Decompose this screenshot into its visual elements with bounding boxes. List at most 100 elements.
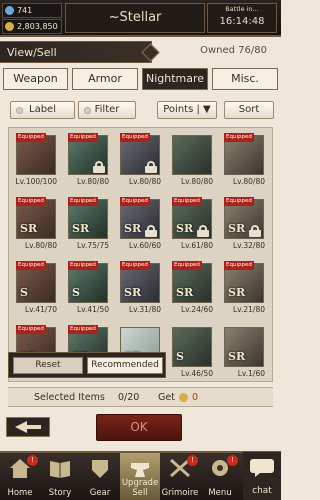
nightmare-card[interactable]: Equipped Lv.80/80 <box>118 133 161 191</box>
nightmare-card[interactable]: Equipped Lv.80/80 <box>66 133 109 191</box>
battle-time: 16:14:48 <box>219 16 265 27</box>
level-label: Lv.60/60 <box>128 241 161 250</box>
get-label: Get <box>158 392 175 403</box>
equipped-badge: Equipped <box>16 133 46 142</box>
gem-counter: 741 <box>2 3 62 18</box>
equipped-badge: Equipped <box>16 325 46 334</box>
nightmare-portrait: SR <box>224 327 264 367</box>
equipped-badge: Equipped <box>68 133 98 142</box>
rarity-label: SR <box>176 222 194 235</box>
selected-count: 0/20 <box>118 392 140 403</box>
ok-button[interactable]: OK <box>96 414 182 441</box>
nightmare-card[interactable]: SR Equipped Lv.31/80 <box>118 261 161 319</box>
get-value: 0 <box>192 392 199 403</box>
rarity-label: SR <box>124 286 142 299</box>
selection-summary: Selected Items 0/20 Get 0 <box>8 387 273 407</box>
equipped-badge: Equipped <box>172 261 202 270</box>
item-grid: Equipped Lv.100/100 Equipped Lv.80/80 Equipp… <box>8 127 273 382</box>
nav-home[interactable]: ! Home <box>0 453 40 500</box>
lock-icon <box>197 225 209 237</box>
chat-bubble-icon <box>250 459 274 477</box>
tab-misc[interactable]: Misc. <box>212 68 278 90</box>
sort-button[interactable]: Sort <box>224 101 274 119</box>
level-label: Lv.32/80 <box>232 241 265 250</box>
equipped-badge: Equipped <box>224 261 254 270</box>
nightmare-portrait <box>172 135 212 175</box>
level-label: Lv.75/75 <box>76 241 109 250</box>
lock-icon <box>145 161 157 173</box>
player-name: ~Stellar <box>65 3 205 33</box>
diamond-icon <box>141 43 160 62</box>
lock-icon <box>249 225 261 237</box>
nightmare-card[interactable]: SR Equipped Lv.60/60 <box>118 197 161 255</box>
equipped-badge: Equipped <box>224 197 254 206</box>
nightmare-card[interactable]: SR Equipped Lv.24/60 <box>170 261 213 319</box>
level-label: Lv.41/70 <box>24 305 57 314</box>
notification-badge: ! <box>27 455 38 466</box>
level-label: Lv.41/50 <box>76 305 109 314</box>
battle-label: Battle in... <box>225 5 259 13</box>
toggle-indicator-icon <box>16 107 23 114</box>
tab-weapon[interactable]: Weapon <box>3 68 68 90</box>
book-icon <box>50 461 70 478</box>
sort-dropdown[interactable]: Points | ▼ <box>157 101 217 119</box>
level-label: Lv.46/50 <box>180 369 213 378</box>
level-label: Lv.61/80 <box>180 241 213 250</box>
level-label: Lv.1/60 <box>237 369 265 378</box>
nav-upgrade-sell[interactable]: Upgrade Sell <box>120 453 160 500</box>
gem-icon <box>5 6 14 15</box>
equipped-badge: Equipped <box>16 197 46 206</box>
nightmare-card[interactable]: SR Equipped Lv.21/80 <box>222 261 265 319</box>
nav-menu[interactable]: ! Menu <box>200 453 240 500</box>
back-arrow-icon <box>15 421 41 433</box>
nightmare-card[interactable]: S Lv.46/50 <box>170 325 213 381</box>
level-label: Lv.100/100 <box>15 177 57 186</box>
anvil-icon <box>131 463 149 477</box>
level-label: Lv.31/80 <box>128 305 161 314</box>
level-label: Lv.24/60 <box>180 305 213 314</box>
tab-nightmare[interactable]: Nightmare <box>142 68 208 90</box>
equipped-badge: Equipped <box>120 261 150 270</box>
lock-icon <box>145 225 157 237</box>
level-label: Lv.80/80 <box>128 177 161 186</box>
nav-gear[interactable]: Gear <box>80 453 120 500</box>
tab-armor[interactable]: Armor <box>72 68 138 90</box>
nav-story[interactable]: Story <box>40 453 80 500</box>
rarity-label: S <box>72 286 80 299</box>
bottom-nav: ! Home Story Gear Upgrade Sell ! Grimoire … <box>0 451 281 500</box>
nightmare-card[interactable]: SR Lv.1/60 <box>222 325 265 381</box>
reset-button[interactable]: Reset <box>13 357 83 374</box>
page-title: View/Sell <box>0 41 160 63</box>
nightmare-card[interactable]: SR Equipped Lv.80/80 <box>14 197 57 255</box>
equipped-badge: Equipped <box>172 197 202 206</box>
rarity-label: S <box>176 350 184 363</box>
nightmare-card[interactable]: Lv.80/80 <box>170 133 213 191</box>
coin-icon <box>179 393 188 402</box>
rarity-label: S <box>20 286 28 299</box>
chat-button[interactable]: chat <box>243 452 281 500</box>
nightmare-card[interactable]: SR Equipped Lv.61/80 <box>170 197 213 255</box>
nightmare-card[interactable]: S Equipped Lv.41/70 <box>14 261 57 319</box>
recommended-button[interactable]: Recommended <box>87 357 163 374</box>
equipped-badge: Equipped <box>68 261 98 270</box>
nightmare-card[interactable]: S Equipped Lv.41/50 <box>66 261 109 319</box>
lock-icon <box>93 161 105 173</box>
filter-button[interactable]: Filter <box>78 101 136 119</box>
rarity-label: SR <box>176 286 194 299</box>
nightmare-card[interactable]: SR Equipped Lv.32/80 <box>222 197 265 255</box>
equipped-badge: Equipped <box>16 261 46 270</box>
rarity-label: SR <box>228 350 246 363</box>
level-label: Lv.21/80 <box>232 305 265 314</box>
battle-timer[interactable]: Battle in... 16:14:48 <box>207 3 277 33</box>
armor-icon <box>92 460 108 478</box>
nightmare-card[interactable]: Equipped Lv.80/80 <box>222 133 265 191</box>
nav-grimoire[interactable]: ! Grimoire <box>160 453 200 500</box>
rarity-label: SR <box>72 222 90 235</box>
level-label: Lv.80/80 <box>232 177 265 186</box>
back-button[interactable] <box>6 417 50 437</box>
notification-badge: ! <box>187 455 198 466</box>
label-button[interactable]: Label <box>10 101 75 119</box>
nightmare-card[interactable]: Equipped Lv.100/100 <box>14 133 57 191</box>
nightmare-card[interactable]: SR Equipped Lv.75/75 <box>66 197 109 255</box>
toggle-indicator-icon <box>84 107 91 114</box>
